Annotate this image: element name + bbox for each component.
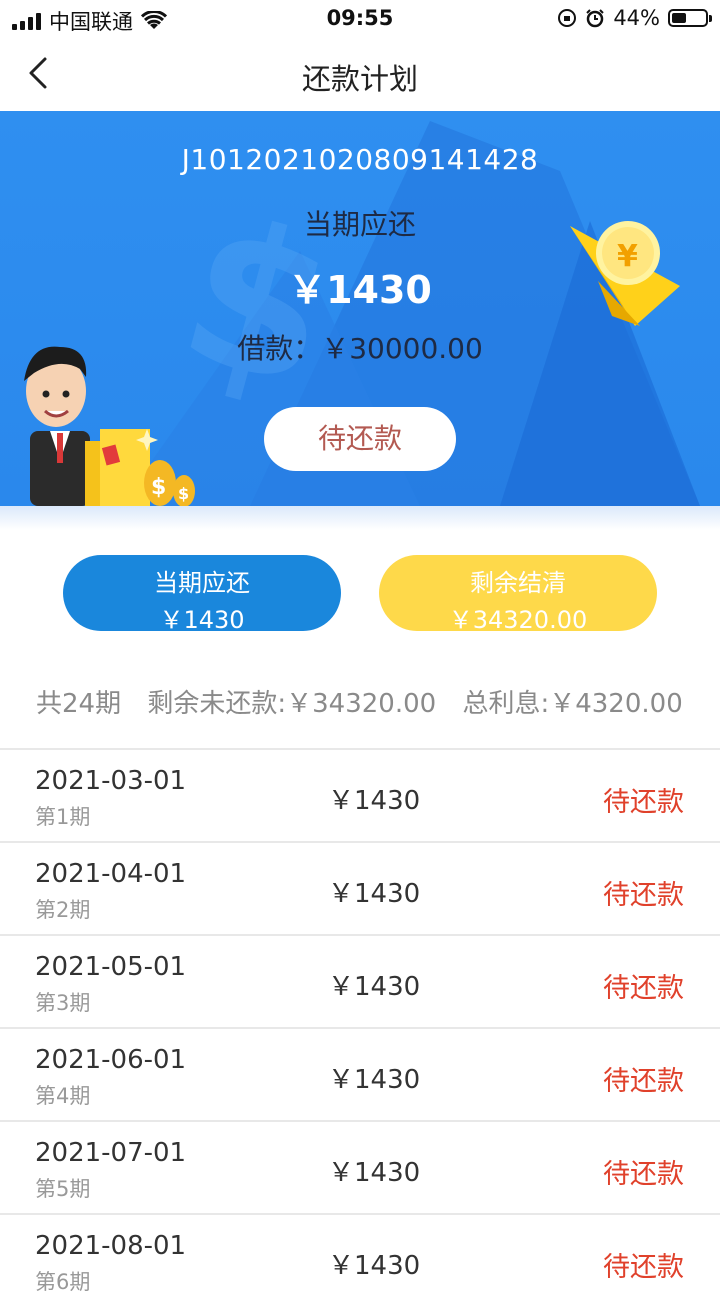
cartoon-man-icon [24,346,90,506]
list-item[interactable]: 2021-06-01 第4期 ￥1430 待还款 [0,1027,720,1120]
nav-bar: 还款计划 [0,38,720,110]
alarm-icon [586,9,605,28]
list-item[interactable]: 2021-07-01 第5期 ￥1430 待还款 [0,1120,720,1213]
battery-percent: 44% [613,6,660,30]
hero-divider [0,506,720,530]
status-bar: 中国联通 09:55 44% [0,0,720,38]
installment-date: 2021-04-01 [35,859,187,889]
installment-period: 第2期 [35,898,91,922]
pay-current-label: 当期应还 [154,569,250,597]
repayment-hero: $ ¥ $ $ J1012021020809141428 当期应还 ￥1430 … [0,111,720,506]
due-label: 当期应还 [303,208,416,241]
installment-status: 待还款 [603,1159,684,1190]
orientation-lock-icon [558,9,577,27]
remaining-amount: 剩余未还款:￥34320.00 [147,689,437,719]
svg-text:$: $ [151,475,166,500]
installment-amount: ￥1430 [328,1158,421,1188]
status-badge: 待还款 [264,407,456,471]
installment-status: 待还款 [603,1252,684,1283]
installment-date: 2021-08-01 [35,1231,187,1261]
list-item[interactable]: 2021-04-01 第2期 ￥1430 待还款 [0,841,720,934]
total-periods: 共24期 [36,689,122,719]
battery-icon [668,9,712,27]
loan-number: J1012021020809141428 [181,143,539,176]
installment-period: 第6期 [35,1270,91,1294]
installment-amount: ￥1430 [328,1065,421,1095]
installment-status: 待还款 [603,787,684,818]
pay-current-amount: ￥1430 [159,606,245,634]
list-item[interactable]: 2021-03-01 第1期 ￥1430 待还款 [0,748,720,841]
installment-date: 2021-07-01 [35,1138,187,1168]
installment-period: 第1期 [35,805,91,829]
installment-amount: ￥1430 [328,879,421,909]
status-right: 44% [557,6,712,30]
svg-text:$: $ [178,484,189,503]
installment-status: 待还款 [603,880,684,911]
pay-current-button[interactable]: 当期应还 ￥1430 [63,555,341,634]
installment-date: 2021-06-01 [35,1045,187,1075]
settle-all-label: 剩余结清 [470,569,566,597]
installment-date: 2021-03-01 [35,766,187,796]
repayment-summary: 共24期 剩余未还款:￥34320.00 总利息:￥4320.00 [36,683,706,720]
installment-amount: ￥1430 [328,786,421,816]
installment-date: 2021-05-01 [35,952,187,982]
settle-all-button[interactable]: 剩余结清 ￥34320.00 [379,555,657,634]
installment-amount: ￥1430 [328,972,421,1002]
total-interest: 总利息:￥4320.00 [462,689,683,719]
list-item[interactable]: 2021-08-01 第6期 ￥1430 待还款 [0,1213,720,1306]
installment-status: 待还款 [603,1066,684,1097]
installment-list: 2021-03-01 第1期 ￥1430 待还款 2021-04-01 第2期 … [0,748,720,1306]
settle-all-amount: ￥34320.00 [448,606,588,634]
installment-period: 第5期 [35,1177,91,1201]
loan-amount: 借款：￥30000.00 [237,332,483,365]
list-item[interactable]: 2021-05-01 第3期 ￥1430 待还款 [0,934,720,1027]
due-amount: ￥1430 [288,268,432,312]
installment-period: 第3期 [35,991,91,1015]
installment-status: 待还款 [603,973,684,1004]
installment-amount: ￥1430 [328,1251,421,1281]
page-title: 还款计划 [301,62,418,96]
installment-period: 第4期 [35,1084,91,1108]
